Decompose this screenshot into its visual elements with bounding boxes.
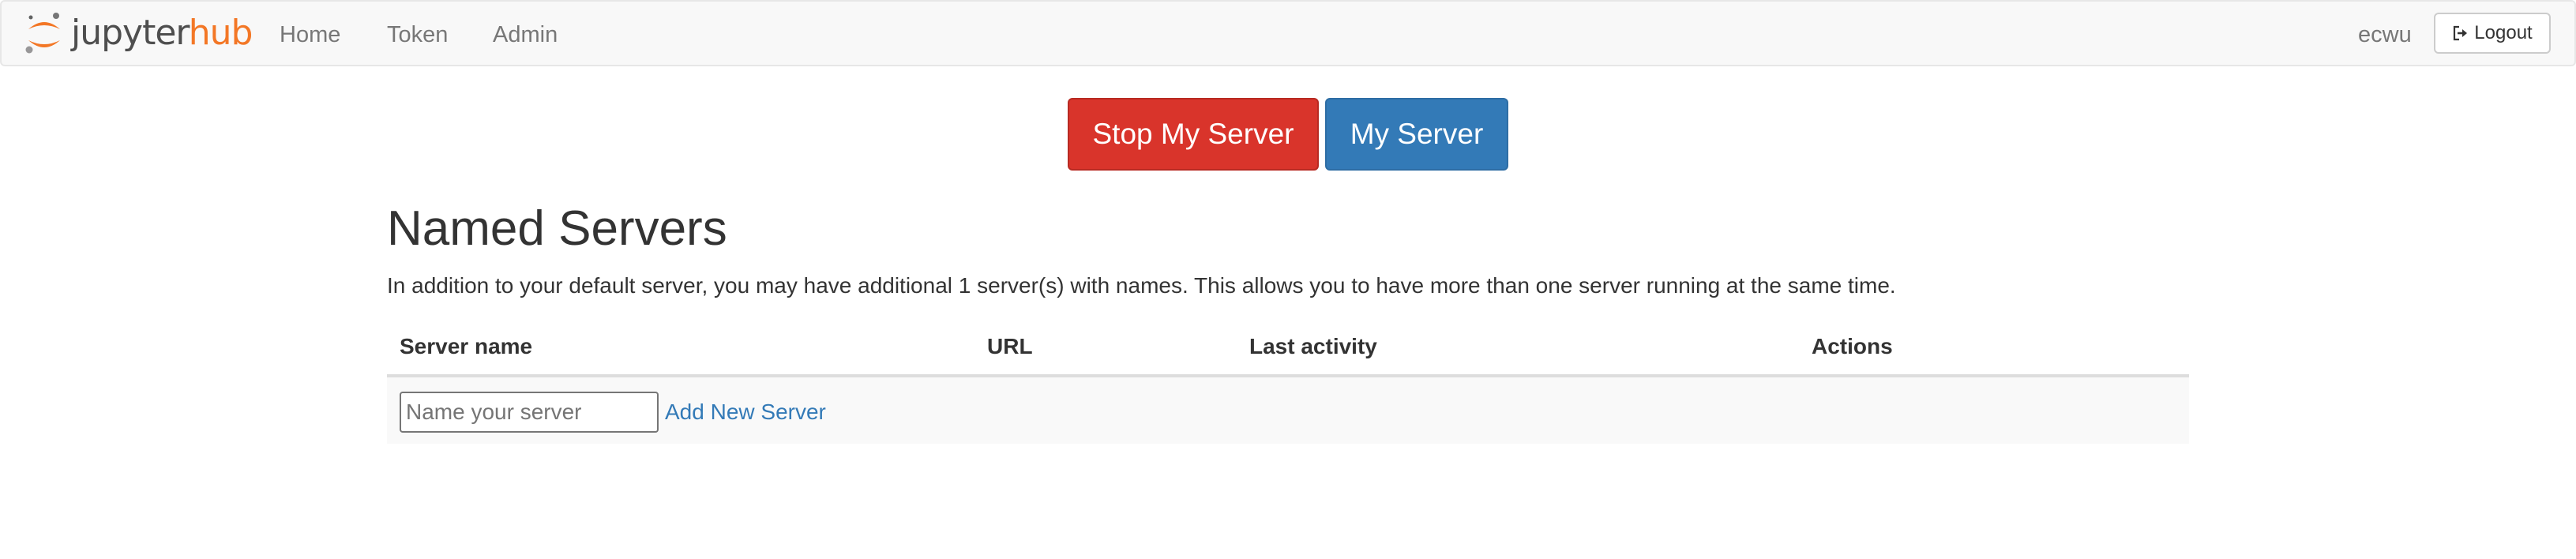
column-last-activity: Last activity (1249, 334, 1377, 358)
page-title: Named Servers (387, 201, 727, 256)
current-user: ecwu (2358, 22, 2412, 47)
named-servers-description: In addition to your default server, you … (387, 273, 1896, 298)
nav-token-link[interactable]: Token (387, 2, 448, 65)
nav-admin-link[interactable]: Admin (493, 2, 558, 65)
logout-label: Logout (2474, 22, 2533, 43)
nav-home-link[interactable]: Home (280, 2, 340, 65)
navbar: jupyterhub Home Token Admin ecwu Logout (0, 0, 2576, 66)
column-server-name: Server name (400, 334, 533, 358)
jupyter-logo-icon (25, 13, 60, 54)
stop-my-server-button[interactable]: Stop My Server (1068, 98, 1319, 171)
column-actions: Actions (1812, 334, 1893, 358)
sign-out-icon (2454, 25, 2468, 41)
add-new-server-link[interactable]: Add New Server (665, 392, 826, 433)
brand-name: jupyterhub (71, 9, 253, 57)
column-url: URL (987, 334, 1033, 358)
logout-button[interactable]: Logout (2434, 13, 2551, 54)
new-server-row: Add New Server (387, 377, 2189, 444)
server-name-input[interactable] (400, 392, 659, 433)
brand-hub: hub (188, 13, 253, 53)
named-servers-table: Server name URL Last activity Actions Ad… (387, 319, 2189, 444)
jupyterhub-logo[interactable]: jupyterhub (24, 9, 253, 57)
table-header: Server name URL Last activity Actions (387, 319, 2189, 377)
brand-jupyter: jupyter (71, 13, 190, 53)
my-server-button[interactable]: My Server (1325, 98, 1508, 171)
